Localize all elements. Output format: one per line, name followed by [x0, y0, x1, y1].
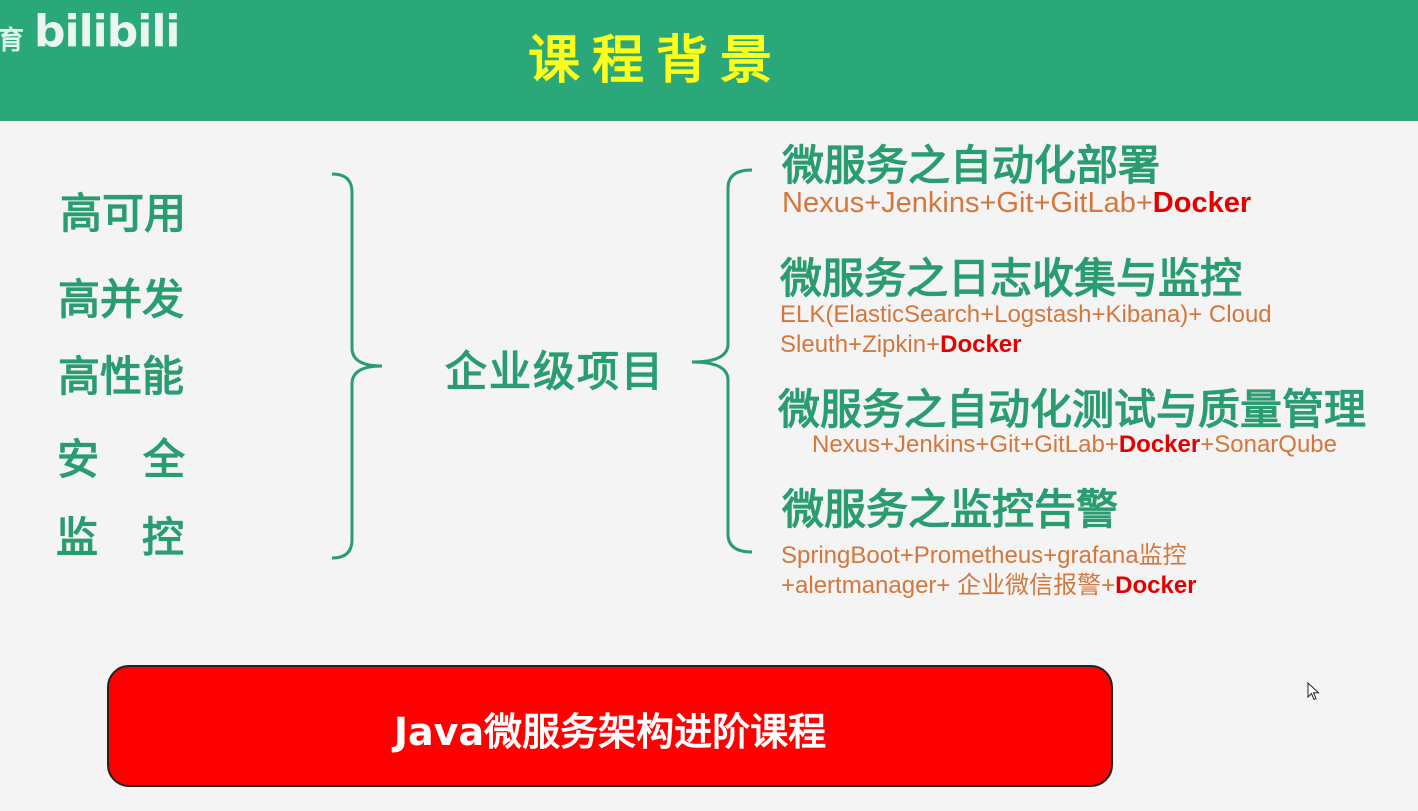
- right-brace: [691, 168, 753, 554]
- left-item-high-availability: 高可用: [60, 189, 187, 238]
- bilibili-logo: bilibili: [34, 6, 180, 57]
- right-item-heading-deploy: 微服务之自动化部署: [782, 141, 1161, 190]
- right-item-heading-alerting: 微服务之监控告警: [782, 485, 1119, 534]
- left-item-high-performance: 高性能: [58, 352, 185, 401]
- center-label: 企业级项目: [445, 347, 666, 396]
- left-item-high-concurrency: 高并发: [58, 275, 185, 324]
- right-item-heading-testing: 微服务之自动化测试与质量管理: [778, 385, 1367, 434]
- right-item-detail-logging-line2: Sleuth+Zipkin+Docker: [780, 331, 1022, 358]
- slide-header: 育 bilibili 课程背景: [0, 0, 1418, 121]
- right-item-detail-alerting-line2: +alertmanager+ 企业微信报警+Docker: [781, 572, 1197, 599]
- logo-fragment: 育: [0, 26, 25, 56]
- right-item-detail-testing: Nexus+Jenkins+Git+GitLab+Docker+SonarQub…: [812, 431, 1337, 458]
- left-item-monitoring: 监控: [56, 513, 229, 562]
- right-item-detail-deploy: Nexus+Jenkins+Git+GitLab+Docker: [782, 187, 1252, 219]
- right-item-heading-logging: 微服务之日志收集与监控: [780, 254, 1243, 303]
- docker-highlight: Docker: [1115, 572, 1197, 599]
- course-banner: Java微服务架构进阶课程: [107, 665, 1113, 787]
- right-item-detail-logging-line1: ELK(ElasticSearch+Logstash+Kibana)+ Clou…: [780, 301, 1272, 328]
- left-brace: [331, 172, 383, 560]
- left-item-security: 安全: [57, 435, 230, 484]
- course-banner-label: Java微服务架构进阶课程: [393, 709, 827, 754]
- docker-highlight: Docker: [1152, 187, 1252, 219]
- docker-highlight: Docker: [940, 331, 1022, 358]
- docker-highlight: Docker: [1118, 431, 1201, 458]
- slide-title: 课程背景: [528, 30, 785, 91]
- mouse-cursor-icon: [1307, 682, 1320, 701]
